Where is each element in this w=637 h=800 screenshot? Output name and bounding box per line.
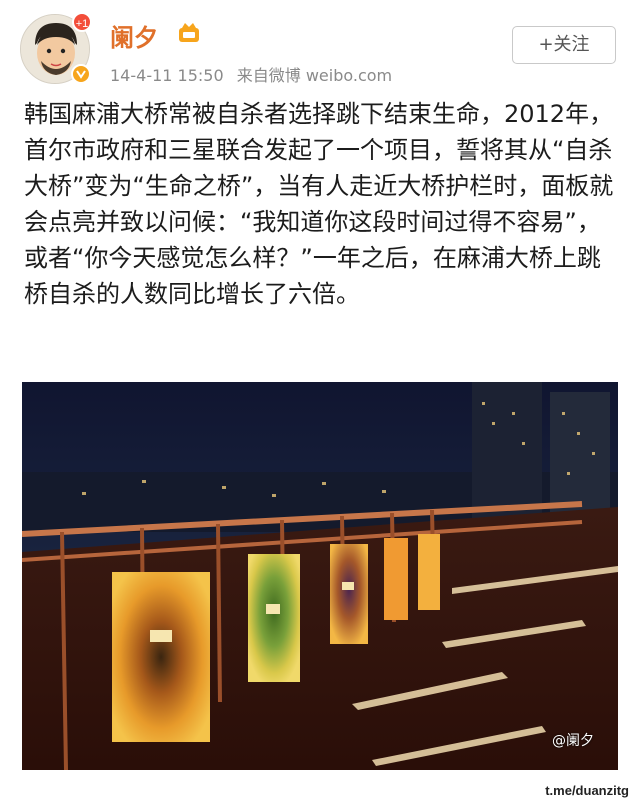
username[interactable]: 阑夕	[110, 18, 158, 53]
bridge-night-photo	[22, 382, 618, 770]
channel-label: t.me/duanzitg	[545, 783, 629, 798]
vip-member-icon[interactable]	[177, 22, 201, 44]
follow-button[interactable]: +关注	[512, 26, 616, 64]
post-text: 韩国麻浦大桥常被自杀者选择跳下结束生命，2012年，首尔市政府和三星联合发起了一…	[24, 100, 614, 308]
post-source[interactable]: 来自微博 weibo.com	[237, 66, 392, 85]
post-meta: 14-4-11 15:50 来自微博 weibo.com	[110, 62, 392, 86]
post-timestamp: 14-4-11 15:50	[110, 66, 224, 85]
post-image[interactable]: @阑夕	[22, 382, 618, 770]
verified-icon	[71, 64, 91, 84]
post-header: +1 阑夕 14-4-11 15:50 来自微博 weibo.com +关注	[0, 0, 637, 95]
notification-badge: +1	[72, 12, 92, 32]
image-watermark: @阑夕	[552, 733, 594, 749]
